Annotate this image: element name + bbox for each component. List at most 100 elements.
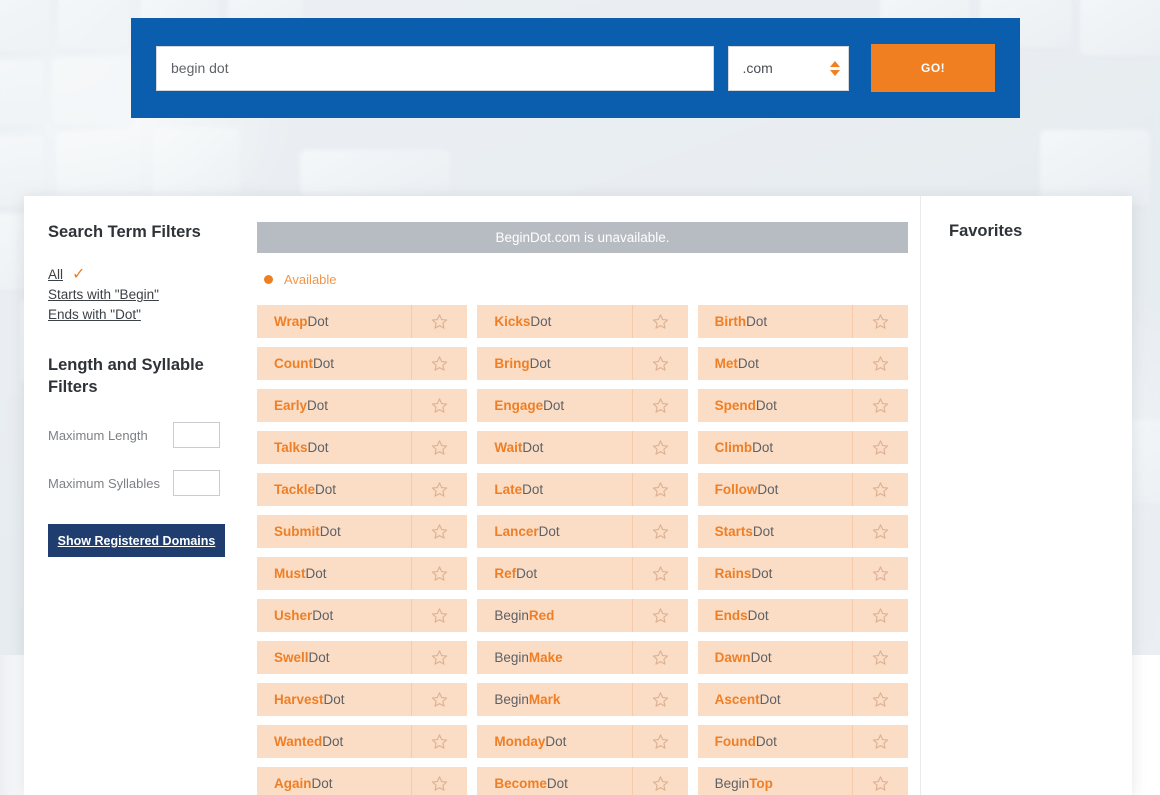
favorite-star-icon[interactable]: [851, 641, 908, 674]
domain-result-row[interactable]: EarlyDot: [257, 389, 468, 422]
favorite-star-icon[interactable]: [411, 431, 467, 464]
domain-result-row[interactable]: LancerDot: [477, 515, 688, 548]
favorite-star-icon[interactable]: [631, 473, 688, 506]
favorite-star-icon[interactable]: [411, 473, 467, 506]
domain-result-row[interactable]: BeginMark: [477, 683, 688, 716]
search-input[interactable]: [156, 45, 715, 91]
favorite-star-icon[interactable]: [631, 515, 688, 548]
domain-result-row[interactable]: BeginMake: [477, 641, 688, 674]
favorite-star-icon[interactable]: [851, 347, 908, 380]
favorite-star-icon[interactable]: [411, 641, 467, 674]
domain-result-row[interactable]: FoundDot: [697, 725, 908, 758]
domain-plain-part: Dot: [319, 524, 341, 539]
favorite-star-icon[interactable]: [631, 641, 688, 674]
favorite-star-icon[interactable]: [631, 347, 688, 380]
domain-result-row[interactable]: DawnDot: [697, 641, 908, 674]
favorite-star-icon[interactable]: [411, 515, 467, 548]
favorite-star-icon[interactable]: [411, 767, 467, 795]
domain-highlight-part: Climb: [714, 440, 753, 455]
domain-result-row[interactable]: AscentDot: [697, 683, 908, 716]
domain-highlight-part: Ref: [494, 566, 517, 581]
domain-result-row[interactable]: BeginTop: [697, 767, 908, 795]
favorite-star-icon[interactable]: [631, 305, 688, 338]
tld-stepper[interactable]: [822, 60, 848, 76]
domain-result-row[interactable]: SwellDot: [257, 641, 468, 674]
domain-result-row[interactable]: EngageDot: [477, 389, 688, 422]
domain-result-row[interactable]: SubmitDot: [257, 515, 468, 548]
domain-result-row[interactable]: LateDot: [477, 473, 688, 506]
domain-result-row[interactable]: WaitDot: [477, 431, 688, 464]
domain-name: SubmitDot: [257, 524, 411, 539]
favorite-star-icon[interactable]: [851, 515, 908, 548]
domain-result-row[interactable]: WantedDot: [257, 725, 468, 758]
favorite-star-icon[interactable]: [631, 725, 688, 758]
domain-result-row[interactable]: HarvestDot: [257, 683, 468, 716]
favorite-star-icon[interactable]: [631, 767, 688, 795]
favorite-star-icon[interactable]: [411, 557, 467, 590]
favorite-star-icon[interactable]: [851, 305, 908, 338]
domain-result-row[interactable]: TalksDot: [257, 431, 468, 464]
favorite-star-icon[interactable]: [851, 557, 908, 590]
favorite-star-icon[interactable]: [851, 473, 908, 506]
domain-result-row[interactable]: ClimbDot: [697, 431, 908, 464]
domain-name: LateDot: [477, 482, 631, 497]
domain-result-row[interactable]: RainsDot: [697, 557, 908, 590]
domain-result-row[interactable]: FollowDot: [697, 473, 908, 506]
domain-name: UsherDot: [257, 608, 411, 623]
domain-plain-part: Dot: [755, 734, 777, 749]
favorites-title: Favorites: [949, 222, 1023, 240]
favorite-star-icon[interactable]: [631, 683, 688, 716]
domain-result-row[interactable]: WrapDot: [257, 305, 468, 338]
favorite-star-icon[interactable]: [851, 683, 908, 716]
max-length-label: Maximum Length: [48, 427, 148, 443]
domain-result-row[interactable]: CountDot: [257, 347, 468, 380]
favorite-star-icon[interactable]: [411, 305, 467, 338]
filter-all-label[interactable]: All: [48, 265, 63, 285]
unavailable-banner: BeginDot.com is unavailable.: [257, 222, 908, 253]
favorite-star-icon[interactable]: [411, 347, 467, 380]
domain-result-row[interactable]: BeginRed: [477, 599, 688, 632]
check-icon: ✓: [72, 266, 86, 284]
tld-select[interactable]: .com: [728, 45, 850, 91]
favorite-star-icon[interactable]: [411, 725, 467, 758]
favorite-star-icon[interactable]: [851, 767, 908, 795]
favorite-star-icon[interactable]: [411, 599, 467, 632]
domain-result-row[interactable]: MetDot: [697, 347, 908, 380]
favorite-star-icon[interactable]: [631, 557, 688, 590]
domain-plain-part: Dot: [538, 524, 560, 539]
domain-result-row[interactable]: TackleDot: [257, 473, 468, 506]
domain-result-row[interactable]: AgainDot: [257, 767, 468, 795]
favorite-star-icon[interactable]: [851, 389, 908, 422]
domain-plain-part: Dot: [755, 398, 777, 413]
favorite-star-icon[interactable]: [411, 683, 467, 716]
domain-result-row[interactable]: KicksDot: [477, 305, 688, 338]
favorite-star-icon[interactable]: [411, 389, 467, 422]
domain-result-row[interactable]: EndsDot: [697, 599, 908, 632]
show-registered-domains-button[interactable]: Show Registered Domains: [48, 524, 225, 558]
domain-plain-part: Begin: [494, 608, 529, 623]
domain-result-row[interactable]: MondayDot: [477, 725, 688, 758]
favorite-star-icon[interactable]: [631, 431, 688, 464]
domain-name: FoundDot: [698, 734, 852, 749]
favorite-star-icon[interactable]: [851, 599, 908, 632]
domain-result-row[interactable]: BringDot: [477, 347, 688, 380]
domain-highlight-part: Wrap: [274, 314, 308, 329]
favorite-star-icon[interactable]: [851, 725, 908, 758]
domain-result-row[interactable]: MustDot: [257, 557, 468, 590]
favorite-star-icon[interactable]: [631, 389, 688, 422]
max-length-input[interactable]: [173, 422, 220, 449]
go-button[interactable]: GO!: [871, 44, 996, 92]
domain-result-row[interactable]: RefDot: [477, 557, 688, 590]
domain-highlight-part: Red: [528, 608, 555, 623]
max-syllables-input[interactable]: [173, 470, 220, 497]
filter-option-starts-with[interactable]: Starts with "Begin": [48, 285, 249, 305]
domain-result-row[interactable]: StartsDot: [697, 515, 908, 548]
favorite-star-icon[interactable]: [631, 599, 688, 632]
domain-result-row[interactable]: BirthDot: [697, 305, 908, 338]
filter-option-ends-with[interactable]: Ends with "Dot": [48, 305, 249, 325]
favorite-star-icon[interactable]: [851, 431, 908, 464]
domain-result-row[interactable]: SpendDot: [697, 389, 908, 422]
domain-result-row[interactable]: BecomeDot: [477, 767, 688, 795]
filter-option-all[interactable]: All ✓: [48, 265, 249, 285]
domain-result-row[interactable]: UsherDot: [257, 599, 468, 632]
